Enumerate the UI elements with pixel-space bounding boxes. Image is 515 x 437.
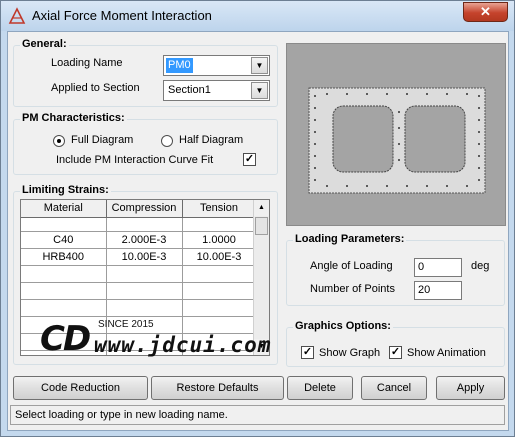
include-curve-fit-label: Include PM Interaction Curve Fit: [56, 154, 214, 166]
loading-name-combo[interactable]: PM0 ▼: [163, 55, 270, 76]
show-animation-checkbox[interactable]: ✓: [389, 346, 402, 359]
chevron-down-icon[interactable]: ▼: [251, 57, 268, 74]
table-row[interactable]: [21, 333, 257, 351]
delete-button[interactable]: Delete: [287, 376, 353, 400]
column-header-tension[interactable]: Tension: [182, 200, 257, 218]
full-diagram-label[interactable]: Full Diagram: [71, 134, 133, 146]
table-header-row: Material Compression Tension: [21, 200, 257, 218]
section-preview: [286, 43, 506, 226]
half-diagram-label[interactable]: Half Diagram: [179, 134, 243, 146]
scroll-up-icon[interactable]: ▲: [254, 200, 269, 216]
full-diagram-radio[interactable]: [53, 135, 65, 147]
half-diagram-radio[interactable]: [161, 135, 173, 147]
angle-of-loading-input[interactable]: 0: [414, 258, 462, 277]
show-graph-checkbox[interactable]: ✓: [301, 346, 314, 359]
close-button[interactable]: ✕: [463, 2, 508, 22]
cancel-button[interactable]: Cancel: [361, 376, 427, 400]
pm-characteristics-label: PM Characteristics:: [20, 112, 127, 124]
general-group-label: General:: [20, 38, 69, 50]
table-cell[interactable]: C40: [21, 231, 107, 249]
window-title: Axial Force Moment Interaction: [32, 8, 212, 23]
scroll-thumb[interactable]: [255, 217, 268, 235]
limiting-strains-label: Limiting Strains:: [20, 184, 111, 196]
table-row[interactable]: [21, 316, 257, 334]
applied-to-section-value: Section1: [168, 84, 211, 96]
loading-parameters-label: Loading Parameters:: [293, 233, 407, 245]
graphics-options-label: Graphics Options:: [293, 320, 393, 332]
applied-to-section-label: Applied to Section: [51, 82, 140, 94]
loading-parameters-group: Loading Parameters:: [286, 233, 505, 306]
table-cell[interactable]: 2.000E-3: [106, 231, 183, 249]
title-bar[interactable]: Axial Force Moment Interaction ✕: [1, 1, 514, 31]
number-of-points-input[interactable]: 20: [414, 281, 462, 300]
table-row[interactable]: [21, 217, 257, 232]
apply-button[interactable]: Apply: [436, 376, 505, 400]
angle-of-loading-label: Angle of Loading: [310, 260, 393, 272]
section-drawing: [308, 87, 486, 194]
table-row[interactable]: [21, 265, 257, 283]
table-cell[interactable]: 10.00E-3: [182, 248, 257, 266]
table-cell[interactable]: 1.0000: [182, 231, 257, 249]
number-of-points-label: Number of Points: [310, 283, 395, 295]
table-row[interactable]: [21, 282, 257, 300]
status-bar: Select loading or type in new loading na…: [10, 405, 505, 425]
restore-defaults-button[interactable]: Restore Defaults: [151, 376, 284, 400]
column-header-material[interactable]: Material: [21, 200, 107, 218]
column-header-compression[interactable]: Compression: [106, 200, 183, 218]
code-reduction-button[interactable]: Code Reduction: [13, 376, 148, 400]
dialog-body: General: Loading Name PM0 ▼ Applied to S…: [7, 31, 509, 431]
dialog-window: Axial Force Moment Interaction ✕ General…: [0, 0, 515, 437]
show-graph-label[interactable]: Show Graph: [319, 347, 380, 359]
table-cell[interactable]: HRB400: [21, 248, 107, 266]
loading-name-label: Loading Name: [51, 57, 123, 69]
table-cell[interactable]: 10.00E-3: [106, 248, 183, 266]
scroll-down-icon[interactable]: ▼: [254, 339, 269, 355]
table-row[interactable]: [21, 350, 257, 355]
loading-name-value[interactable]: PM0: [166, 58, 193, 73]
table-scrollbar[interactable]: ▲ ▼: [253, 200, 269, 355]
table-row[interactable]: C40 2.000E-3 1.0000: [21, 231, 257, 249]
limiting-strains-table[interactable]: Material Compression Tension C40 2.000E-…: [20, 199, 270, 356]
include-curve-fit-checkbox[interactable]: ✓: [243, 153, 256, 166]
show-animation-label[interactable]: Show Animation: [407, 347, 486, 359]
angle-unit-label: deg: [471, 260, 490, 272]
applied-to-section-combo[interactable]: Section1 ▼: [163, 80, 270, 101]
table-row[interactable]: HRB400 10.00E-3 10.00E-3: [21, 248, 257, 266]
pm-characteristics-group: PM Characteristics:: [13, 112, 278, 175]
app-icon: [8, 7, 26, 24]
chevron-down-icon[interactable]: ▼: [251, 82, 268, 99]
table-row[interactable]: [21, 299, 257, 317]
